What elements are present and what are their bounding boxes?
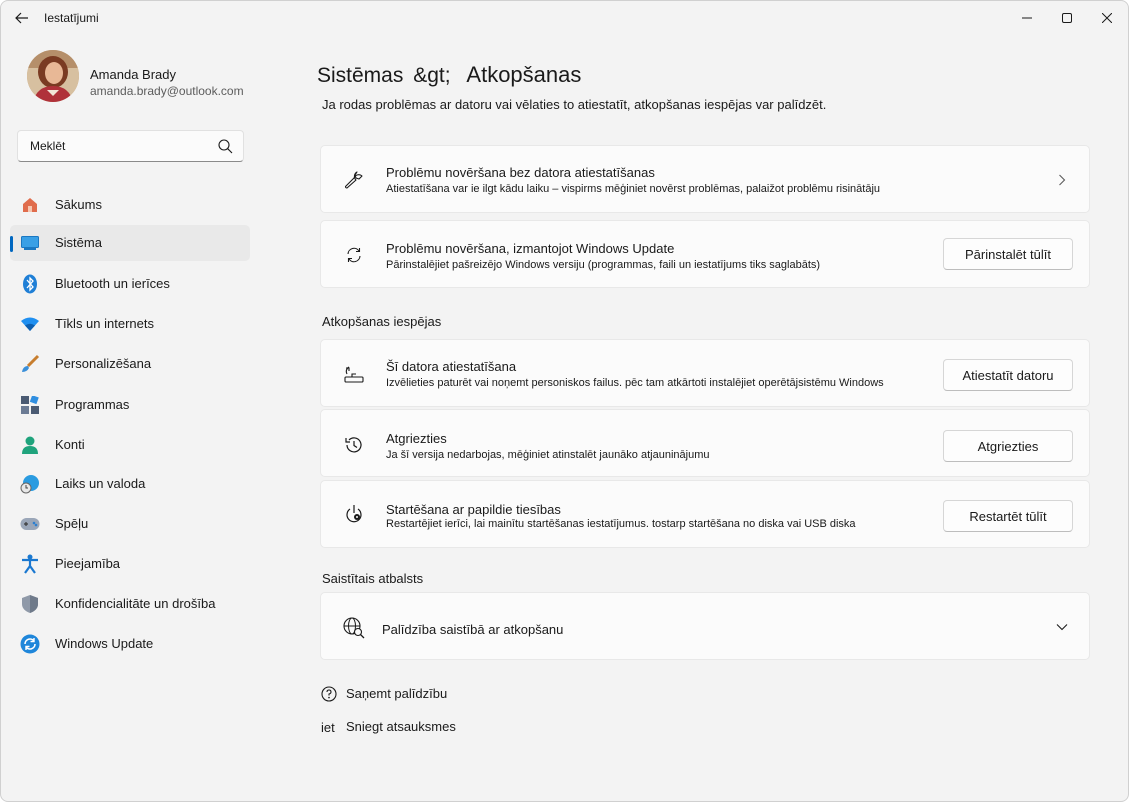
brush-icon bbox=[20, 354, 40, 374]
apps-icon bbox=[20, 395, 40, 415]
system-icon bbox=[20, 233, 40, 253]
sidebar-item-label: Sākums bbox=[55, 197, 102, 212]
card-title: Šī datora atiestatīšana bbox=[386, 359, 517, 374]
breadcrumb: Sistēmas &gt; Atkopšanas bbox=[317, 62, 581, 88]
sidebar-item-label: Tīkls un internets bbox=[55, 316, 154, 331]
breadcrumb-parent[interactable]: Sistēmas bbox=[317, 64, 403, 87]
power-settings-icon bbox=[343, 503, 365, 525]
account-icon bbox=[20, 435, 40, 455]
user-name: Amanda Brady bbox=[90, 67, 176, 82]
shield-icon bbox=[20, 594, 40, 614]
chevron-down-icon[interactable] bbox=[1055, 620, 1069, 634]
active-indicator bbox=[10, 236, 13, 252]
windows-update-fix-card: Problēmu novēršana, izmantojot Windows U… bbox=[320, 220, 1090, 288]
sidebar-item-home[interactable]: Sākums bbox=[10, 187, 250, 223]
sidebar-item-accounts[interactable]: Konti bbox=[10, 427, 250, 463]
help-icon bbox=[321, 686, 339, 702]
page-title: Atkopšanas bbox=[466, 62, 582, 87]
sidebar-item-label: Bluetooth un ierīces bbox=[55, 276, 170, 291]
settings-window: Iestatījumi Amanda Brady amanda.brady@ou… bbox=[0, 0, 1129, 802]
sidebar-item-bluetooth[interactable]: Bluetooth un ierīces bbox=[10, 266, 250, 302]
section-heading-support: Saistītais atbalsts bbox=[322, 571, 424, 586]
card-subtitle: Atiestatīšana var ie ilgt kādu laiku – v… bbox=[386, 183, 881, 195]
card-title: Palīdzība saistībā ar atkopšanu bbox=[382, 622, 564, 637]
title-bar: Iestatījumi bbox=[1, 1, 1128, 35]
minimize-icon bbox=[1022, 17, 1032, 19]
sidebar-item-privacy[interactable]: Konfidencialitāte un drošība bbox=[10, 586, 250, 622]
search-icon[interactable] bbox=[218, 139, 233, 154]
globe-search-icon bbox=[343, 617, 365, 639]
restart-now-button[interactable]: Restartēt tūlīt bbox=[943, 500, 1073, 532]
card-title: Atgriezties bbox=[386, 431, 447, 446]
sidebar-item-network[interactable]: Tīkls un internets bbox=[10, 306, 250, 342]
breadcrumb-separator: &gt; bbox=[413, 64, 451, 87]
close-icon bbox=[1102, 13, 1112, 23]
sidebar-item-system[interactable]: Sistēma bbox=[10, 225, 250, 261]
sidebar-item-personalization[interactable]: Personalizēšana bbox=[10, 346, 250, 382]
advanced-startup-card: Startēšana ar papildie tiesības Restartē… bbox=[320, 480, 1090, 548]
sidebar-item-label: Konfidencialitāte un drošība bbox=[55, 596, 216, 611]
back-arrow-icon bbox=[15, 12, 28, 24]
card-title: Problēmu novēršana, izmantojot Windows U… bbox=[386, 241, 675, 256]
user-photo-icon bbox=[27, 50, 79, 102]
card-subtitle: Izvēlieties paturēt vai noņemt personisk… bbox=[386, 377, 884, 389]
get-help-link[interactable]: Saņemt palīdzību bbox=[321, 684, 451, 704]
card-subtitle: Restartējiet ierīci, lai mainītu startēš… bbox=[386, 518, 856, 530]
wifi-icon bbox=[20, 314, 40, 334]
sidebar-item-label: Sistēma bbox=[55, 235, 102, 250]
sidebar-item-gaming[interactable]: Spēļu bbox=[10, 506, 250, 542]
search-box[interactable] bbox=[17, 130, 244, 162]
get-help-label: Saņemt palīdzību bbox=[346, 686, 448, 701]
troubleshoot-card[interactable]: Problēmu novēršana bez datora atiestatīš… bbox=[320, 145, 1090, 213]
sidebar-item-label: Windows Update bbox=[55, 636, 154, 651]
windows-update-icon bbox=[20, 634, 40, 654]
sidebar-item-label: Laiks un valoda bbox=[55, 476, 146, 491]
sidebar-item-accessibility[interactable]: Pieejamība bbox=[10, 546, 250, 582]
reset-pc-card: Šī datora atiestatīšana Izvēlieties patu… bbox=[320, 339, 1090, 407]
accessibility-icon bbox=[20, 554, 40, 574]
feedback-icon-text: iet bbox=[321, 719, 335, 735]
wrench-icon bbox=[343, 169, 365, 191]
sidebar-item-label: Personalizēšana bbox=[55, 356, 152, 371]
back-button[interactable] bbox=[13, 9, 31, 27]
minimize-button[interactable] bbox=[1015, 7, 1039, 29]
reset-pc-button[interactable]: Atiestatīt datoru bbox=[943, 359, 1073, 391]
card-title: Startēšana ar papildie tiesības bbox=[386, 502, 561, 517]
search-input[interactable] bbox=[18, 131, 208, 161]
sidebar-item-label: Konti bbox=[55, 437, 85, 452]
card-subtitle: Pārinstalējiet pašreizējo Windows versij… bbox=[386, 259, 821, 271]
history-icon bbox=[343, 434, 365, 456]
card-subtitle: Ja šī versija nedarbojas, mēģiniet atins… bbox=[386, 449, 710, 461]
globe-clock-icon bbox=[20, 474, 40, 494]
sidebar-item-label: Programmas bbox=[55, 397, 130, 412]
sidebar-item-time-language[interactable]: Laiks un valoda bbox=[10, 466, 250, 502]
chevron-right-icon bbox=[1055, 173, 1069, 187]
give-feedback-label: Sniegt atsauksmes bbox=[346, 719, 456, 734]
reset-pc-icon bbox=[343, 364, 365, 386]
reinstall-now-button[interactable]: Pārinstalēt tūlīt bbox=[943, 238, 1073, 270]
give-feedback-link[interactable]: iet Sniegt atsauksmes bbox=[321, 717, 471, 737]
avatar[interactable] bbox=[27, 50, 79, 102]
gamepad-icon bbox=[20, 514, 40, 534]
maximize-icon bbox=[1062, 13, 1072, 23]
maximize-button[interactable] bbox=[1055, 7, 1079, 29]
home-icon bbox=[20, 195, 40, 215]
sidebar-item-label: Spēļu bbox=[55, 516, 89, 531]
user-email: amanda.brady@outlook.com bbox=[90, 84, 244, 98]
page-description: Ja rodas problēmas ar datoru vai vēlatie… bbox=[322, 97, 827, 112]
app-title: Iestatījumi bbox=[44, 11, 99, 25]
section-heading-recovery: Atkopšanas iespējas bbox=[322, 314, 442, 329]
sidebar-item-label: Pieejamība bbox=[55, 556, 121, 571]
card-title: Problēmu novēršana bez datora atiestatīš… bbox=[386, 165, 655, 180]
bluetooth-icon bbox=[20, 274, 40, 294]
close-button[interactable] bbox=[1095, 7, 1119, 29]
sidebar-item-apps[interactable]: Programmas bbox=[10, 387, 250, 423]
go-back-card: Atgriezties Ja šī versija nedarbojas, mē… bbox=[320, 409, 1090, 477]
sidebar-item-windows-update[interactable]: Windows Update bbox=[10, 626, 250, 662]
go-back-button[interactable]: Atgriezties bbox=[943, 430, 1073, 462]
recovery-help-expander[interactable]: Palīdzība saistībā ar atkopšanu bbox=[320, 592, 1090, 660]
sync-icon bbox=[343, 244, 365, 266]
